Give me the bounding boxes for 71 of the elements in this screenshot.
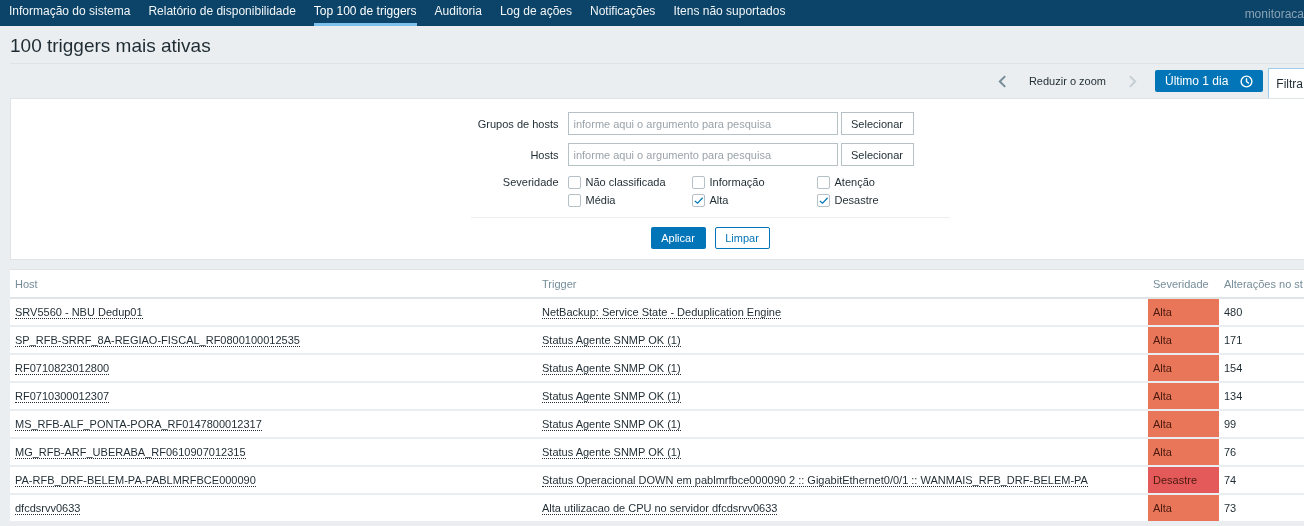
checkbox[interactable]: [816, 193, 830, 207]
table-cell: 154: [1224, 362, 1243, 374]
table-cell: 134: [1224, 390, 1243, 402]
severity-cell: Alta: [1148, 410, 1219, 438]
host-link[interactable]: RF0710300012307: [15, 390, 110, 403]
host-link[interactable]: RF0710823012800: [15, 362, 110, 375]
trigger-link[interactable]: Status Agente SNMP OK (1): [542, 418, 681, 431]
trigger-link[interactable]: Status Agente SNMP OK (1): [542, 334, 681, 347]
severity-cell: Alta: [1148, 298, 1219, 326]
reset-button[interactable]: Limpar: [714, 227, 770, 249]
checkbox[interactable]: [567, 193, 581, 207]
severity-cell: Alta: [1148, 494, 1219, 522]
nav-tab[interactable]: Log de ações: [490, 0, 581, 26]
checkbox-label: Informação: [709, 176, 765, 188]
severity-cell: Alta: [1148, 354, 1219, 382]
trigger-link[interactable]: Alta utilizacao de CPU no servidor dfcdsrvv0633: [542, 502, 778, 515]
checkbox-label: Média: [585, 194, 616, 206]
table-cell: 480: [1224, 306, 1243, 318]
column-header: Trigger: [542, 277, 577, 290]
severity-cell: Alta: [1148, 382, 1219, 410]
table-cell: 99: [1224, 418, 1237, 430]
severity-cell: Alta: [1148, 326, 1219, 354]
nav-tab[interactable]: Informação do sistema: [9, 0, 140, 26]
field-label: Grupos de hosts: [476, 117, 560, 130]
host-link[interactable]: SP_RFB-SRRF_8A-REGIAO-FISCAL_RF0800100012535: [15, 334, 300, 347]
apply-button[interactable]: Aplicar: [650, 227, 706, 249]
host-link[interactable]: MS_RFB-ALF_PONTA-PORA_RF0147800012317: [15, 418, 262, 431]
nav-tab[interactable]: Auditoria: [425, 0, 491, 26]
input-field[interactable]: informe aqui o argumento para pesquisa: [567, 112, 838, 135]
table-cell: 73: [1224, 502, 1237, 514]
checkbox[interactable]: [691, 175, 705, 189]
checkbox-label: Não classificada: [585, 176, 666, 188]
previous-icon[interactable]: [997, 74, 1007, 88]
trigger-link[interactable]: Status Operacional DOWN em pablmrfbce000090 2 :: GigabitEthernet0/0/1 :: WANMAIS_RFB_DRF-BELEM-PA: [542, 474, 1088, 487]
time-range-button[interactable]: Último 1 dia: [1154, 70, 1264, 92]
table-cell: 171: [1224, 334, 1243, 346]
trigger-link[interactable]: NetBackup: Service State - Deduplication Engine: [542, 306, 782, 319]
table-cell: 74: [1224, 474, 1237, 486]
column-header: Severidade: [1153, 277, 1209, 290]
user-name: monitoraca: [1244, 6, 1304, 23]
checkbox[interactable]: [816, 175, 830, 189]
filter-tab[interactable]: Filtra: [1268, 68, 1304, 98]
host-link[interactable]: dfcdsrvv0633: [15, 502, 81, 515]
table-cell: 76: [1224, 446, 1237, 458]
nav-tab[interactable]: Top 100 de triggers: [313, 0, 417, 26]
trigger-link[interactable]: Status Agente SNMP OK (1): [542, 362, 681, 375]
severity-cell: Alta: [1148, 438, 1219, 466]
input-field[interactable]: informe aqui o argumento para pesquisa: [567, 143, 838, 166]
host-link[interactable]: PA-RFB_DRF-BELEM-PA-PABLMRFBCE000090: [15, 474, 256, 487]
checkbox[interactable]: [567, 175, 581, 189]
column-header: Host: [15, 277, 38, 290]
page-title: 100 triggers mais ativas: [10, 34, 212, 57]
checkbox-label: Atenção: [834, 176, 875, 188]
field-label: Hosts: [529, 148, 560, 161]
checkbox-label: Desastre: [834, 194, 879, 206]
host-link[interactable]: MG_RFB-ARF_UBERABA_RF0610907012315: [15, 446, 246, 459]
nav-tab[interactable]: Notificações: [581, 0, 665, 26]
nav-tab[interactable]: Itens não suportados: [664, 0, 795, 26]
nav-tab[interactable]: Relatório de disponibilidade: [139, 0, 305, 26]
host-link[interactable]: SRV5560 - NBU Dedup01: [15, 306, 143, 319]
zoom-out-button[interactable]: Reduzir o zoom: [1018, 75, 1116, 87]
column-header: Alterações no st: [1224, 277, 1303, 290]
select-button[interactable]: Selecionar: [840, 143, 914, 166]
clock-icon: [1240, 74, 1254, 88]
checkbox[interactable]: [691, 193, 705, 207]
trigger-link[interactable]: Status Agente SNMP OK (1): [542, 446, 681, 459]
severity-cell: Desastre: [1148, 466, 1219, 494]
field-label: Severidade: [501, 175, 560, 188]
select-button[interactable]: Selecionar: [840, 112, 914, 135]
trigger-link[interactable]: Status Agente SNMP OK (1): [542, 390, 681, 403]
checkbox-label: Alta: [709, 194, 729, 206]
